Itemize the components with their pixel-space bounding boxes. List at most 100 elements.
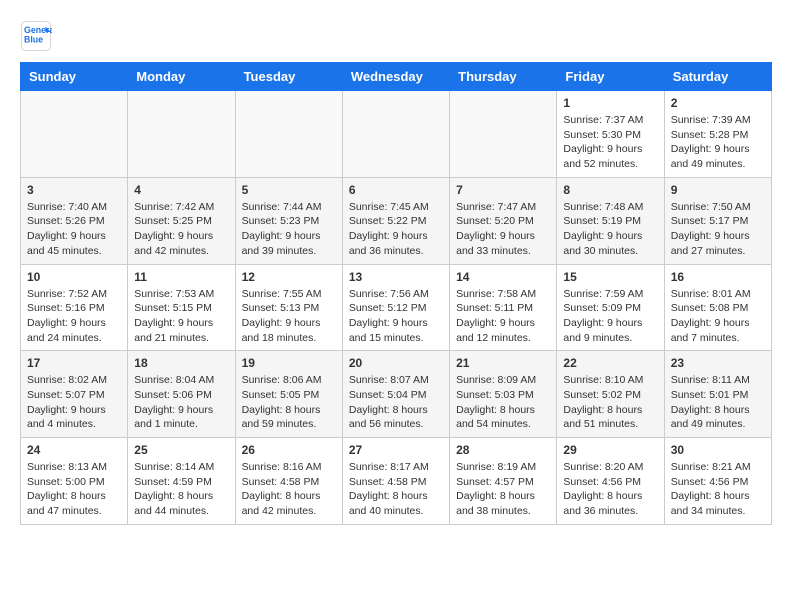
day-number: 3 [27, 183, 121, 197]
day-number: 23 [671, 356, 765, 370]
calendar-cell: 3 Sunrise: 7:40 AM Sunset: 5:26 PM Daylig… [21, 177, 128, 264]
day-number: 29 [563, 443, 657, 457]
calendar-cell: 20 Sunrise: 8:07 AM Sunset: 5:04 PM Dayli… [342, 351, 449, 438]
day-info: Sunrise: 8:01 AM Sunset: 5:08 PM Dayligh… [671, 287, 765, 346]
calendar-week-4: 17 Sunrise: 8:02 AM Sunset: 5:07 PM Dayli… [21, 351, 772, 438]
day-number: 20 [349, 356, 443, 370]
calendar-cell: 25 Sunrise: 8:14 AM Sunset: 4:59 PM Dayli… [128, 438, 235, 525]
day-number: 19 [242, 356, 336, 370]
calendar-cell: 1 Sunrise: 7:37 AM Sunset: 5:30 PM Daylig… [557, 91, 664, 178]
day-number: 2 [671, 96, 765, 110]
day-info: Sunrise: 8:04 AM Sunset: 5:06 PM Dayligh… [134, 373, 228, 432]
logo-icon: General Blue [20, 20, 52, 52]
calendar-week-3: 10Sunrise: 7:52 AM Sunset: 5:16 PM Dayli… [21, 264, 772, 351]
calendar-cell: 16 Sunrise: 8:01 AM Sunset: 5:08 PM Dayli… [664, 264, 771, 351]
day-info: Sunrise: 8:10 AM Sunset: 5:02 PM Dayligh… [563, 373, 657, 432]
calendar-cell: 12Sunrise: 7:55 AM Sunset: 5:13 PM Dayli… [235, 264, 342, 351]
calendar-cell: 29 Sunrise: 8:20 AM Sunset: 4:56 PM Dayli… [557, 438, 664, 525]
day-number: 13 [349, 270, 443, 284]
calendar-cell: 23 Sunrise: 8:11 AM Sunset: 5:01 PM Dayli… [664, 351, 771, 438]
calendar-cell: 15 Sunrise: 7:59 AM Sunset: 5:09 PM Dayli… [557, 264, 664, 351]
day-number: 12 [242, 270, 336, 284]
day-info: Sunrise: 8:17 AM Sunset: 4:58 PM Dayligh… [349, 460, 443, 519]
calendar-cell: 11 Sunrise: 7:53 AM Sunset: 5:15 PM Dayli… [128, 264, 235, 351]
weekday-header-friday: Friday [557, 63, 664, 91]
day-info: Sunrise: 7:37 AM Sunset: 5:30 PM Dayligh… [563, 113, 657, 172]
logo: General Blue [20, 20, 52, 52]
day-info: Sunrise: 8:09 AM Sunset: 5:03 PM Dayligh… [456, 373, 550, 432]
day-info: Sunrise: 7:47 AM Sunset: 5:20 PM Dayligh… [456, 200, 550, 259]
weekday-header-wednesday: Wednesday [342, 63, 449, 91]
day-info: Sunrise: 8:21 AM Sunset: 4:56 PM Dayligh… [671, 460, 765, 519]
day-number: 9 [671, 183, 765, 197]
calendar-cell: 5Sunrise: 7:44 AM Sunset: 5:23 PM Daylig… [235, 177, 342, 264]
calendar-cell: 4 Sunrise: 7:42 AM Sunset: 5:25 PM Daylig… [128, 177, 235, 264]
calendar-week-5: 24 Sunrise: 8:13 AM Sunset: 5:00 PM Dayli… [21, 438, 772, 525]
calendar-cell: 9 Sunrise: 7:50 AM Sunset: 5:17 PM Daylig… [664, 177, 771, 264]
weekday-header-thursday: Thursday [450, 63, 557, 91]
day-info: Sunrise: 7:58 AM Sunset: 5:11 PM Dayligh… [456, 287, 550, 346]
day-info: Sunrise: 7:42 AM Sunset: 5:25 PM Dayligh… [134, 200, 228, 259]
day-info: Sunrise: 7:48 AM Sunset: 5:19 PM Dayligh… [563, 200, 657, 259]
day-number: 10 [27, 270, 121, 284]
day-info: Sunrise: 8:07 AM Sunset: 5:04 PM Dayligh… [349, 373, 443, 432]
day-info: Sunrise: 8:19 AM Sunset: 4:57 PM Dayligh… [456, 460, 550, 519]
day-info: Sunrise: 8:11 AM Sunset: 5:01 PM Dayligh… [671, 373, 765, 432]
day-number: 26 [242, 443, 336, 457]
day-info: Sunrise: 7:56 AM Sunset: 5:12 PM Dayligh… [349, 287, 443, 346]
day-number: 7 [456, 183, 550, 197]
day-number: 15 [563, 270, 657, 284]
calendar-cell: 28 Sunrise: 8:19 AM Sunset: 4:57 PM Dayli… [450, 438, 557, 525]
calendar-cell [21, 91, 128, 178]
calendar-cell: 17 Sunrise: 8:02 AM Sunset: 5:07 PM Dayli… [21, 351, 128, 438]
calendar-cell [342, 91, 449, 178]
calendar-cell: 2 Sunrise: 7:39 AM Sunset: 5:28 PM Daylig… [664, 91, 771, 178]
day-number: 6 [349, 183, 443, 197]
day-info: Sunrise: 7:39 AM Sunset: 5:28 PM Dayligh… [671, 113, 765, 172]
calendar-cell: 6 Sunrise: 7:45 AM Sunset: 5:22 PM Daylig… [342, 177, 449, 264]
day-info: Sunrise: 8:20 AM Sunset: 4:56 PM Dayligh… [563, 460, 657, 519]
day-info: Sunrise: 8:02 AM Sunset: 5:07 PM Dayligh… [27, 373, 121, 432]
day-number: 22 [563, 356, 657, 370]
day-number: 17 [27, 356, 121, 370]
day-info: Sunrise: 7:44 AM Sunset: 5:23 PM Dayligh… [242, 200, 336, 259]
day-info: Sunrise: 7:53 AM Sunset: 5:15 PM Dayligh… [134, 287, 228, 346]
calendar-cell: 13 Sunrise: 7:56 AM Sunset: 5:12 PM Dayli… [342, 264, 449, 351]
day-number: 8 [563, 183, 657, 197]
calendar-cell [235, 91, 342, 178]
day-number: 25 [134, 443, 228, 457]
day-number: 11 [134, 270, 228, 284]
calendar-cell: 19 Sunrise: 8:06 AM Sunset: 5:05 PM Dayli… [235, 351, 342, 438]
day-number: 4 [134, 183, 228, 197]
day-info: Sunrise: 8:14 AM Sunset: 4:59 PM Dayligh… [134, 460, 228, 519]
day-info: Sunrise: 7:45 AM Sunset: 5:22 PM Dayligh… [349, 200, 443, 259]
weekday-header-saturday: Saturday [664, 63, 771, 91]
day-number: 1 [563, 96, 657, 110]
calendar-cell: 30Sunrise: 8:21 AM Sunset: 4:56 PM Dayli… [664, 438, 771, 525]
day-number: 28 [456, 443, 550, 457]
day-number: 24 [27, 443, 121, 457]
day-info: Sunrise: 7:40 AM Sunset: 5:26 PM Dayligh… [27, 200, 121, 259]
day-info: Sunrise: 8:16 AM Sunset: 4:58 PM Dayligh… [242, 460, 336, 519]
calendar-week-1: 1 Sunrise: 7:37 AM Sunset: 5:30 PM Daylig… [21, 91, 772, 178]
day-number: 27 [349, 443, 443, 457]
calendar-cell [128, 91, 235, 178]
day-number: 14 [456, 270, 550, 284]
page-header: General Blue [20, 20, 772, 52]
calendar-cell: 18Sunrise: 8:04 AM Sunset: 5:06 PM Dayli… [128, 351, 235, 438]
day-info: Sunrise: 8:06 AM Sunset: 5:05 PM Dayligh… [242, 373, 336, 432]
calendar-cell: 27 Sunrise: 8:17 AM Sunset: 4:58 PM Dayli… [342, 438, 449, 525]
weekday-header-monday: Monday [128, 63, 235, 91]
day-info: Sunrise: 7:59 AM Sunset: 5:09 PM Dayligh… [563, 287, 657, 346]
calendar-cell [450, 91, 557, 178]
calendar-cell: 10Sunrise: 7:52 AM Sunset: 5:16 PM Dayli… [21, 264, 128, 351]
calendar-cell: 21 Sunrise: 8:09 AM Sunset: 5:03 PM Dayli… [450, 351, 557, 438]
day-number: 16 [671, 270, 765, 284]
day-info: Sunrise: 7:50 AM Sunset: 5:17 PM Dayligh… [671, 200, 765, 259]
day-info: Sunrise: 8:13 AM Sunset: 5:00 PM Dayligh… [27, 460, 121, 519]
svg-text:Blue: Blue [24, 34, 43, 44]
calendar-cell: 22 Sunrise: 8:10 AM Sunset: 5:02 PM Dayli… [557, 351, 664, 438]
day-number: 21 [456, 356, 550, 370]
calendar-table: SundayMondayTuesdayWednesdayThursdayFrid… [20, 62, 772, 525]
calendar-week-2: 3 Sunrise: 7:40 AM Sunset: 5:26 PM Daylig… [21, 177, 772, 264]
